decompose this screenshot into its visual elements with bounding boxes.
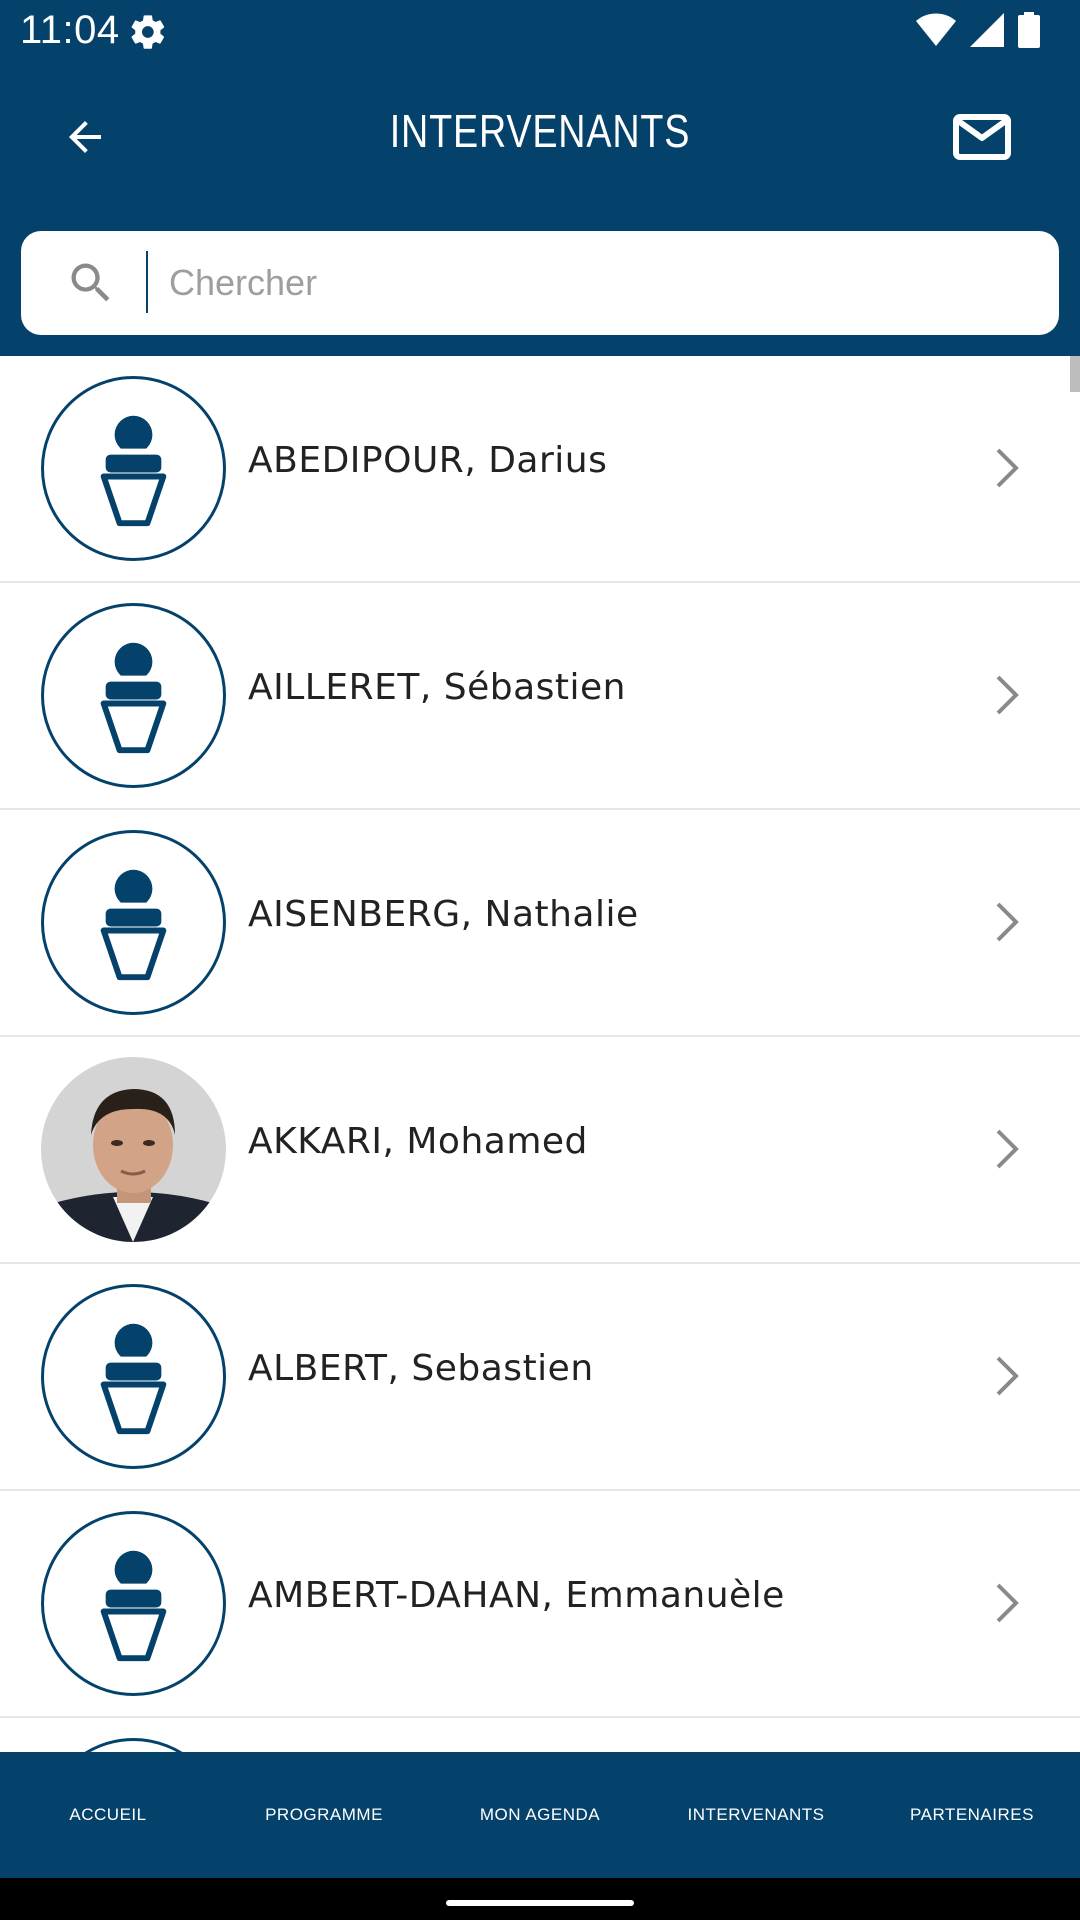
chevron-right-icon <box>994 900 1022 944</box>
list-item[interactable]: AISENBERG, Nathalie <box>0 810 1080 1037</box>
search-input[interactable] <box>169 231 1029 335</box>
mail-icon <box>953 113 1011 165</box>
avatar-placeholder-icon <box>41 1738 226 1752</box>
system-nav-bar <box>0 1878 1080 1920</box>
text-cursor <box>146 251 148 313</box>
nav-mon-agenda[interactable]: MON AGENDA <box>432 1752 648 1878</box>
bottom-nav: ACCUEIL PROGRAMME MON AGENDA INTERVENANT… <box>0 1752 1080 1878</box>
speaker-name: AISENBERG, Nathalie <box>248 894 639 935</box>
app-header: INTERVENANTS <box>0 64 1080 356</box>
search-icon <box>65 257 117 309</box>
chevron-right-icon <box>994 446 1022 490</box>
chevron-right-icon <box>994 673 1022 717</box>
status-icons <box>916 11 1040 53</box>
list-item[interactable]: ABEDIPOUR, Darius <box>0 356 1080 583</box>
list-item[interactable]: AMBERT-DAHAN, Emmanuèle <box>0 1491 1080 1718</box>
nav-accueil[interactable]: ACCUEIL <box>0 1752 216 1878</box>
avatar-photo <box>41 1057 226 1242</box>
chevron-right-icon <box>994 1127 1022 1171</box>
chevron-right-icon <box>994 1581 1022 1625</box>
app-screen: 11:04 INTERVENANTS Chercher ABEDIPOUR, D… <box>0 0 1080 1920</box>
status-bar: 11:04 <box>0 0 1080 64</box>
chevron-right-icon <box>994 1354 1022 1398</box>
nav-programme[interactable]: PROGRAMME <box>216 1752 432 1878</box>
avatar-placeholder-icon <box>41 1511 226 1696</box>
speaker-name: ABEDIPOUR, Darius <box>248 440 608 481</box>
nav-partenaires[interactable]: PARTENAIRES <box>864 1752 1080 1878</box>
avatar-placeholder-icon <box>41 603 226 788</box>
speaker-name: AMBERT-DAHAN, Emmanuèle <box>248 1575 785 1616</box>
list-item[interactable]: AILLERET, Sébastien <box>0 583 1080 810</box>
speaker-name: ALBERT, Sebastien <box>248 1348 594 1389</box>
avatar-placeholder-icon <box>41 1284 226 1469</box>
list-item[interactable]: AKKARI, Mohamed <box>0 1037 1080 1264</box>
nav-intervenants[interactable]: INTERVENANTS <box>648 1752 864 1878</box>
speaker-name: AILLERET, Sébastien <box>248 667 626 708</box>
gear-icon <box>128 12 168 52</box>
speaker-name: AKKARI, Mohamed <box>248 1121 588 1162</box>
status-time: 11:04 <box>20 8 120 52</box>
mail-button[interactable] <box>944 106 1020 172</box>
wifi-icon <box>916 13 956 52</box>
speaker-list[interactable]: ABEDIPOUR, Darius AILLERET, Sébastien AI… <box>0 356 1080 1752</box>
home-indicator[interactable] <box>446 1900 634 1906</box>
avatar-placeholder-icon <box>41 830 226 1015</box>
avatar-placeholder-icon <box>41 376 226 561</box>
search-bar[interactable] <box>21 231 1059 335</box>
page-title: INTERVENANTS <box>389 105 691 157</box>
arrow-back-icon <box>61 113 109 166</box>
list-item-partial[interactable] <box>0 1718 1080 1752</box>
list-item[interactable]: ALBERT, Sebastien <box>0 1264 1080 1491</box>
back-button[interactable] <box>52 106 118 172</box>
battery-icon <box>1018 11 1040 53</box>
signal-icon <box>970 12 1004 52</box>
